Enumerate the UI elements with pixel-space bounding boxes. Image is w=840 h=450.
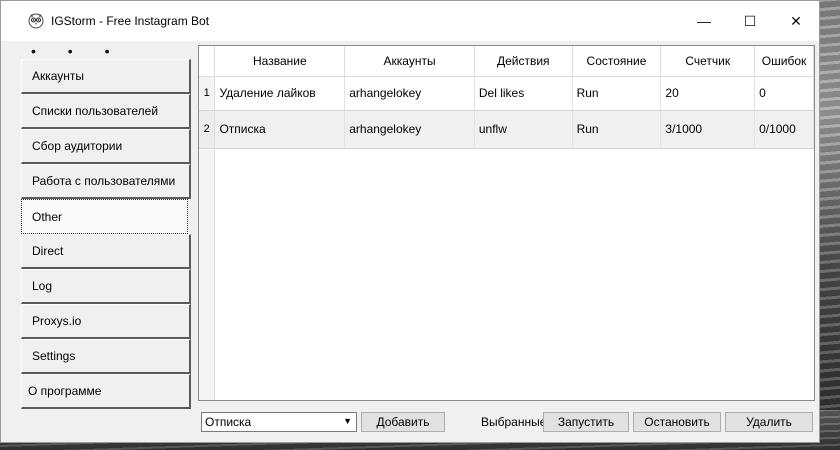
owl-icon <box>28 13 44 29</box>
table-row[interactable]: 1 Удаление лайков arhangelokey Del likes… <box>199 76 814 111</box>
start-button-label: Запустить <box>557 415 615 429</box>
row-number: 1 <box>199 76 216 111</box>
cell-errors[interactable]: 0/1000 <box>754 110 814 149</box>
column-header-counter[interactable]: Счетчик <box>660 46 756 77</box>
sidebar-item-about[interactable]: О программе <box>21 374 191 409</box>
app-window: IGStorm - Free Instagram Bot — ☐ ✕ • • •… <box>0 0 820 443</box>
selected-label: Выбранные <box>481 415 547 429</box>
column-header-accounts[interactable]: Аккаунты <box>344 46 475 77</box>
close-button[interactable]: ✕ <box>773 1 819 41</box>
add-button[interactable]: Добавить <box>361 412 445 432</box>
window-title: IGStorm - Free Instagram Bot <box>51 14 210 28</box>
cell-name[interactable]: Удаление лайков <box>214 76 346 111</box>
close-icon: ✕ <box>790 12 802 29</box>
sidebar-item-label: Аккаунты <box>32 69 85 83</box>
stop-button-label: Остановить <box>644 415 710 429</box>
column-header-state[interactable]: Состояние <box>572 46 662 77</box>
bottom-toolbar: Отписка ▼ Добавить Выбранные Запустить О… <box>201 412 816 434</box>
sidebar-item-direct[interactable]: Direct <box>21 234 191 269</box>
title-bar[interactable]: IGStorm - Free Instagram Bot — ☐ ✕ <box>1 1 819 41</box>
cell-name[interactable]: Отписка <box>214 110 346 149</box>
maximize-icon: ☐ <box>743 12 757 29</box>
sidebar-item-other[interactable]: Other <box>21 199 188 234</box>
sidebar-item-label: Proxys.io <box>32 314 82 328</box>
sidebar-item-label: О программе <box>28 384 102 398</box>
column-header-name[interactable]: Название <box>214 46 346 77</box>
cell-action[interactable]: unflw <box>474 110 573 149</box>
column-header-errors[interactable]: Ошибок <box>754 46 814 77</box>
tasks-table: Название Аккаунты Действия Состояние Сче… <box>199 46 814 149</box>
sidebar-item-accounts[interactable]: Аккаунты <box>21 59 191 94</box>
row-number: 2 <box>199 110 216 149</box>
cell-action[interactable]: Del likes <box>474 76 573 111</box>
sidebar-item-label: Списки пользователей <box>32 104 159 118</box>
column-header-actions[interactable]: Действия <box>474 46 573 77</box>
row-header-strip <box>199 150 215 400</box>
tasks-table-panel[interactable]: Название Аккаунты Действия Состояние Сче… <box>198 45 815 401</box>
cell-state[interactable]: Run <box>572 110 662 149</box>
maximize-button[interactable]: ☐ <box>727 1 773 41</box>
sidebar-item-log[interactable]: Log <box>21 269 191 304</box>
minimize-button[interactable]: — <box>681 1 727 41</box>
sidebar-item-proxys[interactable]: Proxys.io <box>21 304 191 339</box>
start-button[interactable]: Запустить <box>543 412 629 432</box>
chevron-down-icon: ▼ <box>343 416 352 426</box>
stop-button[interactable]: Остановить <box>633 412 721 432</box>
task-type-value: Отписка <box>205 415 252 429</box>
sidebar-item-label: Other <box>32 209 63 224</box>
sidebar-item-label: Работа с пользователями <box>32 174 176 188</box>
sidebar-item-label: Settings <box>32 349 76 363</box>
delete-button[interactable]: Удалить <box>725 412 813 432</box>
add-button-label: Добавить <box>376 415 430 429</box>
task-type-select[interactable]: Отписка ▼ <box>201 412 357 432</box>
cell-errors[interactable]: 0 <box>754 76 814 111</box>
sidebar-item-label: Direct <box>32 244 64 258</box>
sidebar-item-user-work[interactable]: Работа с пользователями <box>21 164 191 199</box>
cell-state[interactable]: Run <box>572 76 662 111</box>
sidebar-item-user-lists[interactable]: Списки пользователей <box>21 94 191 129</box>
sidebar: Аккаунты Списки пользователей Сбор аудит… <box>21 59 191 409</box>
sidebar-item-label: Сбор аудитории <box>32 139 123 153</box>
cell-accounts[interactable]: arhangelokey <box>344 76 475 111</box>
table-row[interactable]: 2 Отписка arhangelokey unflw Run 3/1000 … <box>199 110 814 149</box>
cell-accounts[interactable]: arhangelokey <box>344 110 475 149</box>
sidebar-item-label: Log <box>32 279 53 293</box>
sidebar-item-audience[interactable]: Сбор аудитории <box>21 129 191 164</box>
minimize-icon: — <box>697 13 711 29</box>
menu-dots[interactable]: • • • <box>31 44 123 58</box>
cell-counter[interactable]: 3/1000 <box>660 110 756 149</box>
cell-counter[interactable]: 20 <box>660 76 756 111</box>
corner-header <box>199 46 216 77</box>
delete-button-label: Удалить <box>746 415 792 429</box>
sidebar-item-settings[interactable]: Settings <box>21 339 191 374</box>
